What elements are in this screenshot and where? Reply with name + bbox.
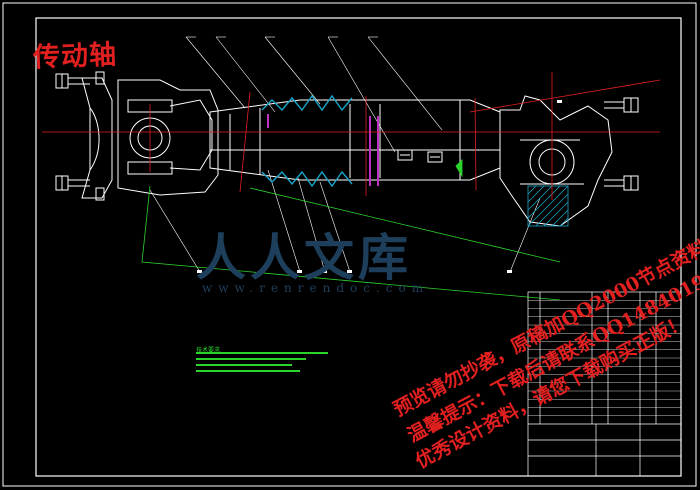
right-bolt-top bbox=[604, 97, 639, 113]
right-bolt-bottom bbox=[604, 175, 639, 191]
leader-lines-top bbox=[185, 36, 443, 153]
needle-bearings bbox=[397, 149, 443, 163]
left-bolt-top bbox=[55, 73, 90, 89]
bellows-boot bbox=[261, 94, 353, 188]
left-flange bbox=[81, 71, 113, 201]
left-yoke bbox=[117, 79, 219, 196]
watermark-title: 传动轴 bbox=[32, 39, 118, 74]
watermark-url: www.renrendoc.com bbox=[202, 281, 430, 295]
notes-title: 技术要求 bbox=[196, 347, 221, 354]
centerlines bbox=[42, 72, 661, 200]
shaft-body bbox=[209, 99, 501, 181]
tech-notes bbox=[196, 352, 328, 372]
right-cross-hatch bbox=[527, 185, 569, 227]
watermark-logo: 人人文库 bbox=[196, 228, 412, 287]
